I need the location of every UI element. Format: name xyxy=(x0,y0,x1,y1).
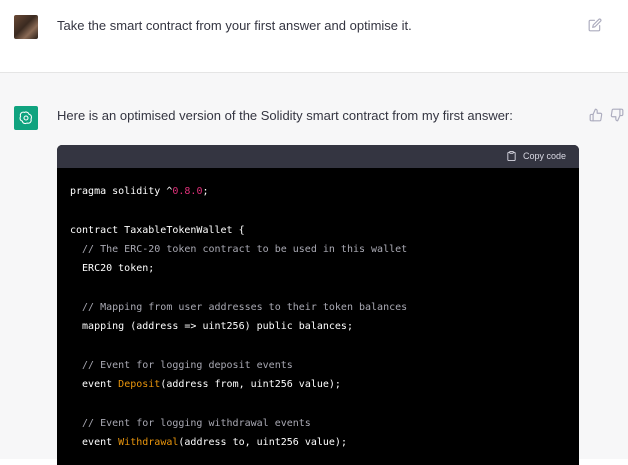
assistant-message-row: Here is an optimised version of the Soli… xyxy=(0,73,628,465)
user-message-row: Take the smart contract from your first … xyxy=(0,0,628,73)
copy-code-label: Copy code xyxy=(522,151,566,161)
code-token: contract TaxableTokenWallet { xyxy=(70,224,245,236)
code-token: (address from, uint256 value); xyxy=(160,378,341,390)
assistant-message-text: Here is an optimised version of the Soli… xyxy=(57,108,513,123)
code-line: contract TaxableTokenWallet { xyxy=(70,221,566,240)
code-token: // Event for logging withdrawal events xyxy=(70,417,311,429)
code-line: event Deposit(address from, uint256 valu… xyxy=(70,375,566,394)
copy-code-button[interactable]: Copy code xyxy=(506,150,566,162)
code-token: event xyxy=(70,378,119,390)
code-token: // Mapping from user addresses to their … xyxy=(70,301,408,313)
code-token: ERC20 token; xyxy=(70,263,155,275)
code-token: ; xyxy=(202,186,209,197)
code-token: Withdrawal xyxy=(118,436,179,448)
code-token: // The ERC-20 token contract to be used … xyxy=(70,243,408,255)
edit-icon[interactable] xyxy=(588,18,602,32)
code-token: mapping (address => uint256) public bala… xyxy=(70,321,353,333)
user-message-text: Take the smart contract from your first … xyxy=(57,18,412,33)
thumbs-up-icon[interactable] xyxy=(589,108,603,122)
thumbs-down-icon[interactable] xyxy=(610,108,624,122)
openai-logo-icon xyxy=(14,106,38,130)
code-token: (address to, uint256 value); xyxy=(178,436,347,448)
code-line: // Event for logging withdrawal events xyxy=(70,414,566,433)
code-block: Copy code pragma solidity ^0.8.0; contrac… xyxy=(57,145,579,465)
code-block-header: Copy code xyxy=(57,145,579,168)
clipboard-icon xyxy=(507,150,516,162)
code-line: pragma solidity ^0.8.0; xyxy=(70,182,566,201)
code-token: pragma solidity ^ xyxy=(70,186,173,197)
code-token: // Event for logging deposit events xyxy=(70,359,293,371)
code-line: mapping (address => uint256) public bala… xyxy=(70,317,566,336)
user-avatar xyxy=(14,15,38,39)
code-token: event xyxy=(70,436,119,448)
code-line: ERC20 token; xyxy=(70,259,566,278)
code-token: 0.8.0 xyxy=(172,186,203,197)
code-line: // Event for logging deposit events xyxy=(70,356,566,375)
code-line: event Withdrawal(address to, uint256 val… xyxy=(70,433,566,452)
code-token: Deposit xyxy=(118,378,161,390)
code-line: // The ERC-20 token contract to be used … xyxy=(70,240,566,259)
code-line: // Mapping from user addresses to their … xyxy=(70,298,566,317)
code-body: pragma solidity ^0.8.0; contract TaxableT… xyxy=(57,168,579,465)
